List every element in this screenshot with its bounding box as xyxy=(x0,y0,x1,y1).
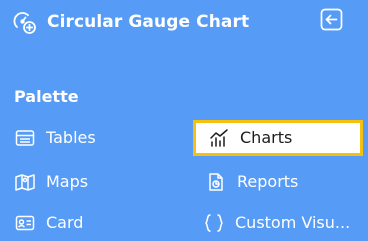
table-icon xyxy=(14,127,36,149)
palette-item-label: Tables xyxy=(46,128,96,147)
palette-item-label: Custom Visu... xyxy=(235,213,351,232)
palette-item-tables[interactable]: Tables xyxy=(14,123,96,153)
palette-heading: Palette xyxy=(14,87,79,106)
palette-item-custom-visuals[interactable]: Custom Visu... xyxy=(203,208,350,238)
braces-icon xyxy=(203,212,225,234)
page-title: Circular Gauge Chart xyxy=(47,12,250,32)
palette-item-label: Maps xyxy=(46,172,89,191)
palette-item-label: Card xyxy=(46,213,84,232)
line-chart-icon xyxy=(208,127,230,149)
gauge-add-icon xyxy=(12,10,37,35)
map-icon xyxy=(14,171,36,193)
palette-item-reports[interactable]: Reports xyxy=(205,167,298,197)
palette-item-charts[interactable]: Charts xyxy=(193,120,363,156)
palette-item-maps[interactable]: Maps xyxy=(14,167,88,197)
collapse-left-arrow-icon xyxy=(320,8,343,31)
card-icon xyxy=(14,212,36,234)
palette-item-label: Reports xyxy=(237,172,299,191)
report-icon xyxy=(205,171,227,193)
collapse-button[interactable] xyxy=(320,8,343,31)
palette-item-label: Charts xyxy=(240,128,293,147)
palette-item-card[interactable]: Card xyxy=(14,208,83,238)
